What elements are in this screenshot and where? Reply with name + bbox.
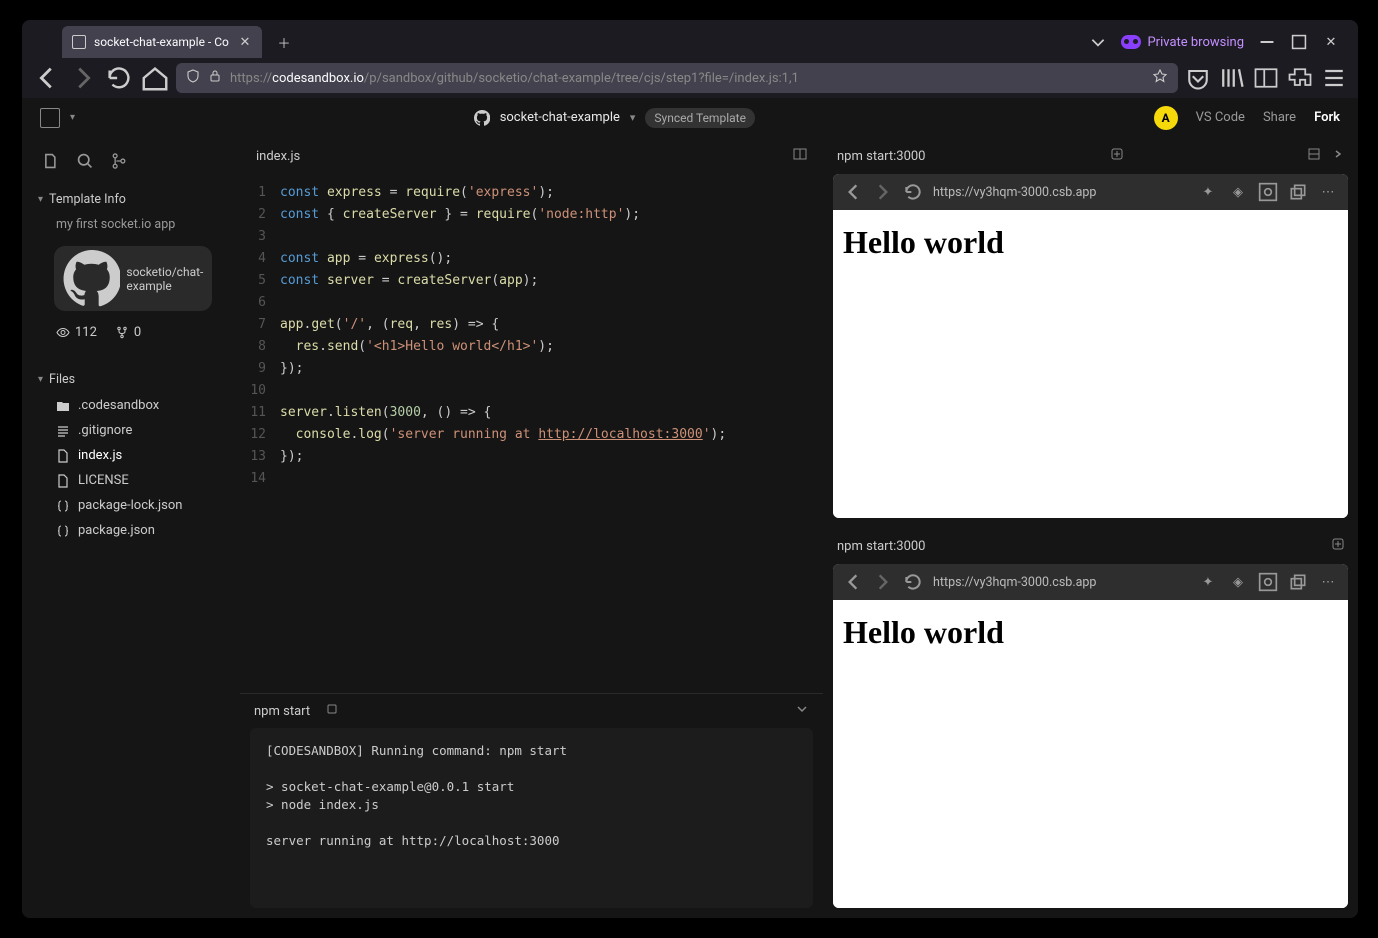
file-.gitignore[interactable]: .gitignore xyxy=(34,418,228,443)
preview-more-icon[interactable]: ⋯ xyxy=(1318,182,1338,202)
terminal-pane: npm start [CODESANDBOX] Running command:… xyxy=(240,693,823,918)
preview-more-icon-2[interactable]: ⋯ xyxy=(1318,572,1338,592)
minimize-icon[interactable] xyxy=(1258,33,1276,51)
preview-pane: npm start:3000 https://vy3hqm-3000.csb.a… xyxy=(823,138,1358,918)
tab-title: socket-chat-example - Co xyxy=(94,35,230,49)
preview-content-2[interactable]: Hello world xyxy=(833,600,1348,908)
tab-overflow-icon[interactable] xyxy=(1089,33,1107,51)
preview-url-2[interactable]: https://vy3hqm-3000.csb.app xyxy=(933,575,1188,590)
browser-tab-strip: socket-chat-example - Co ✕ ＋ Private bro… xyxy=(22,20,1358,58)
preview-tab-1[interactable]: npm start:3000 xyxy=(837,149,926,164)
private-label: Private browsing xyxy=(1147,35,1244,50)
devtools-icon-2[interactable] xyxy=(1258,572,1278,592)
avatar[interactable]: A xyxy=(1154,106,1178,130)
devtools-icon[interactable] xyxy=(1258,182,1278,202)
home-button[interactable] xyxy=(140,63,170,93)
close-tab-icon[interactable]: ✕ xyxy=(238,35,252,49)
repo-pill[interactable]: socketio/chat-example xyxy=(54,246,212,311)
code-editor[interactable]: 1234567891011121314 const express = requ… xyxy=(240,174,823,693)
share-link[interactable]: Share xyxy=(1263,110,1296,125)
file-LICENSE[interactable]: LICENSE xyxy=(34,468,228,493)
project-caret-icon[interactable]: ▾ xyxy=(630,111,636,124)
file-icon xyxy=(56,474,70,488)
sparkle-icon[interactable]: ✦ xyxy=(1198,182,1218,202)
preview-back-icon[interactable] xyxy=(843,182,863,202)
new-tab-button[interactable]: ＋ xyxy=(270,28,298,56)
add-preview-icon[interactable] xyxy=(1111,148,1123,164)
git-icon[interactable] xyxy=(110,152,128,170)
file-icon xyxy=(56,449,70,463)
file-.codesandbox[interactable]: .codesandbox xyxy=(34,393,228,418)
open-external-icon-2[interactable] xyxy=(1288,572,1308,592)
file-package.json[interactable]: package.json xyxy=(34,518,228,543)
terminal-collapse-icon[interactable] xyxy=(795,702,809,720)
menu-icon[interactable] xyxy=(1320,64,1348,92)
braces-icon xyxy=(56,499,70,513)
split-editor-icon[interactable] xyxy=(793,147,807,165)
close-window-icon[interactable]: ✕ xyxy=(1322,33,1340,51)
extensions-icon[interactable] xyxy=(1286,64,1314,92)
preview-back-icon-2[interactable] xyxy=(843,572,863,592)
forward-button[interactable] xyxy=(68,63,98,93)
browser-tab[interactable]: socket-chat-example - Co ✕ xyxy=(62,26,262,58)
library-icon[interactable] xyxy=(1218,64,1246,92)
preview-reload-icon[interactable] xyxy=(903,182,923,202)
favicon xyxy=(72,35,86,49)
vscode-link[interactable]: VS Code xyxy=(1196,110,1245,125)
back-button[interactable] xyxy=(32,63,62,93)
project-name[interactable]: socket-chat-example xyxy=(500,110,620,125)
preview-url-1[interactable]: https://vy3hqm-3000.csb.app xyxy=(933,185,1188,200)
target-icon[interactable]: ◈ xyxy=(1228,182,1248,202)
file-package-lock.json[interactable]: package-lock.json xyxy=(34,493,228,518)
views-stat: 112 xyxy=(56,325,97,340)
url-text: https://codesandbox.io/p/sandbox/github/… xyxy=(230,71,1144,86)
terminal-output[interactable]: [CODESANDBOX] Running command: npm start… xyxy=(250,728,813,908)
editor-tab[interactable]: index.js xyxy=(256,149,300,164)
shield-icon[interactable] xyxy=(186,69,200,87)
preview-content-1[interactable]: Hello world xyxy=(833,210,1348,518)
terminal-tab[interactable]: npm start xyxy=(254,704,310,719)
synced-badge: Synced Template xyxy=(645,108,755,128)
braces-icon xyxy=(56,524,70,538)
private-browsing-badge: Private browsing xyxy=(1121,35,1244,50)
search-icon[interactable] xyxy=(76,152,94,170)
github-icon xyxy=(474,110,490,126)
app-menu-button[interactable] xyxy=(40,108,60,128)
preview-forward-icon[interactable] xyxy=(873,182,893,202)
template-info-header[interactable]: ▾Template Info xyxy=(34,186,228,213)
url-bar: https://codesandbox.io/p/sandbox/github/… xyxy=(22,58,1358,98)
bookmark-icon[interactable] xyxy=(1152,68,1168,88)
lines-icon xyxy=(56,424,70,438)
lock-icon[interactable] xyxy=(208,69,222,87)
app-header: ▾ socket-chat-example ▾ Synced Template … xyxy=(22,98,1358,138)
fork-button[interactable]: Fork xyxy=(1314,110,1340,125)
layout-icon[interactable] xyxy=(1308,148,1320,164)
file-index.js[interactable]: index.js xyxy=(34,443,228,468)
terminal-stop-icon[interactable] xyxy=(326,703,338,719)
sidebar-icon[interactable] xyxy=(1252,64,1280,92)
reload-button[interactable] xyxy=(104,63,134,93)
sidebar: ▾Template Info my first socket.io app so… xyxy=(22,138,240,918)
forks-stat: 0 xyxy=(115,325,141,340)
target-icon-2[interactable]: ◈ xyxy=(1228,572,1248,592)
url-field[interactable]: https://codesandbox.io/p/sandbox/github/… xyxy=(176,63,1178,93)
preview-forward-icon-2[interactable] xyxy=(873,572,893,592)
mask-icon xyxy=(1121,35,1141,49)
expand-icon[interactable] xyxy=(1332,148,1344,164)
sparkle-icon-2[interactable]: ✦ xyxy=(1198,572,1218,592)
preview-reload-icon-2[interactable] xyxy=(903,572,923,592)
app-menu-caret[interactable]: ▾ xyxy=(70,112,75,123)
template-subtitle: my first socket.io app xyxy=(34,213,228,242)
files-header[interactable]: ▾Files xyxy=(34,366,228,393)
editor-pane: index.js 1234567891011121314 const expre… xyxy=(240,138,823,918)
add-preview-icon-2[interactable] xyxy=(1332,538,1344,554)
open-external-icon[interactable] xyxy=(1288,182,1308,202)
explorer-icon[interactable] xyxy=(42,152,60,170)
maximize-icon[interactable] xyxy=(1290,33,1308,51)
preview-tab-2[interactable]: npm start:3000 xyxy=(837,539,926,554)
pocket-icon[interactable] xyxy=(1184,64,1212,92)
folder-icon xyxy=(56,399,70,413)
